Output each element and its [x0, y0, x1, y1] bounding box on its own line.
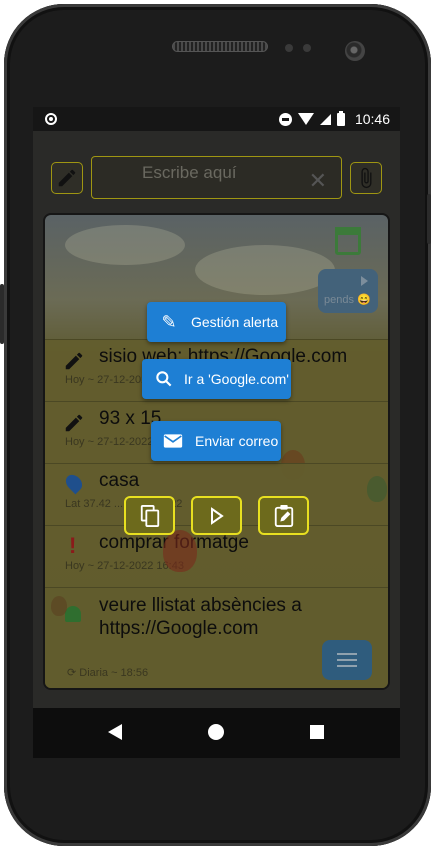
speaker-grille [172, 41, 268, 52]
item-title: casa [99, 470, 140, 491]
play-button[interactable] [191, 496, 242, 535]
open-link-button[interactable]: Ir a 'Google.com' [142, 359, 291, 399]
copy-button[interactable] [124, 496, 175, 535]
sensor-dot [303, 44, 311, 52]
play-icon [361, 276, 368, 286]
note-input[interactable]: Escribe aquí ✕ [91, 156, 342, 199]
alarm-edit-icon: ✎ [161, 311, 177, 332]
input-row: Escribe aquí ✕ [33, 155, 400, 201]
item-subtitle: Hoy ~ 27-12-2022 [65, 436, 154, 448]
edit-clipboard-icon [274, 504, 293, 527]
bell-icon [65, 606, 87, 628]
open-link-label: Ir a 'Google.com' [184, 371, 289, 387]
home-icon[interactable] [208, 724, 224, 740]
calendar-icon[interactable] [335, 227, 361, 255]
item-subtitle: ⟳ Diaria ~ 18:56 [67, 666, 148, 679]
pending-label: pends 😄 [324, 294, 371, 306]
pencil-icon [63, 412, 85, 434]
edit-clipboard-button[interactable] [258, 496, 309, 535]
menu-line [337, 653, 357, 655]
android-nav-bar [33, 708, 400, 758]
alert-management-button[interactable]: ✎ Gestión alerta [147, 302, 286, 342]
balloon-decoration [163, 530, 197, 572]
close-icon[interactable]: ✕ [309, 168, 327, 194]
status-bar: 10:46 [33, 107, 400, 131]
do-not-disturb-icon [278, 112, 292, 126]
menu-button[interactable] [322, 640, 372, 680]
item-subtitle: Hoy ~ 27-12-2022 [65, 374, 154, 386]
item-title: veure llistat absències a https://Google… [99, 594, 339, 640]
play-icon [210, 506, 224, 525]
balloon-decoration [367, 476, 387, 502]
item-subtitle-text: Diaria ~ 18:56 [79, 667, 149, 679]
signal-icon [319, 113, 331, 125]
wifi-icon [297, 113, 314, 125]
send-email-label: Enviar correo [195, 433, 279, 449]
exclamation-icon: ! [69, 533, 77, 558]
location-pin-icon [62, 471, 89, 496]
paperclip-icon [361, 167, 372, 189]
status-icons: 10:46 [278, 110, 390, 127]
edit-button[interactable] [51, 162, 83, 194]
pending-button[interactable]: pends 😄 [318, 269, 378, 313]
menu-line [337, 665, 357, 667]
alert-management-label: Gestión alerta [191, 314, 279, 330]
pencil-icon [58, 169, 76, 187]
sensor-dot [285, 44, 293, 52]
background-cloud [65, 225, 185, 265]
recent-apps-icon[interactable] [310, 725, 324, 739]
note-input-placeholder: Escribe aquí [142, 163, 237, 182]
email-icon [163, 434, 183, 448]
attach-button[interactable] [350, 162, 382, 194]
pencil-icon [63, 350, 85, 372]
copy-icon [140, 504, 159, 527]
item-title-text: veure llistat absències a https://Google… [99, 595, 302, 639]
send-email-button[interactable]: Enviar correo [151, 421, 281, 461]
power-button [0, 284, 4, 344]
menu-line [337, 659, 357, 661]
background-cloud [195, 245, 335, 295]
front-camera [345, 41, 365, 61]
back-icon[interactable] [108, 724, 122, 740]
search-icon [156, 371, 172, 387]
balloon-decoration [51, 596, 67, 616]
status-time: 10:46 [354, 111, 390, 127]
notification-icon [45, 113, 57, 125]
app-screen: 10:46 Escribe aquí ✕ pends 😄 sisio web: … [33, 107, 400, 708]
battery-icon [336, 110, 345, 126]
volume-button [427, 194, 431, 244]
repeat-icon: ⟳ [67, 667, 77, 679]
